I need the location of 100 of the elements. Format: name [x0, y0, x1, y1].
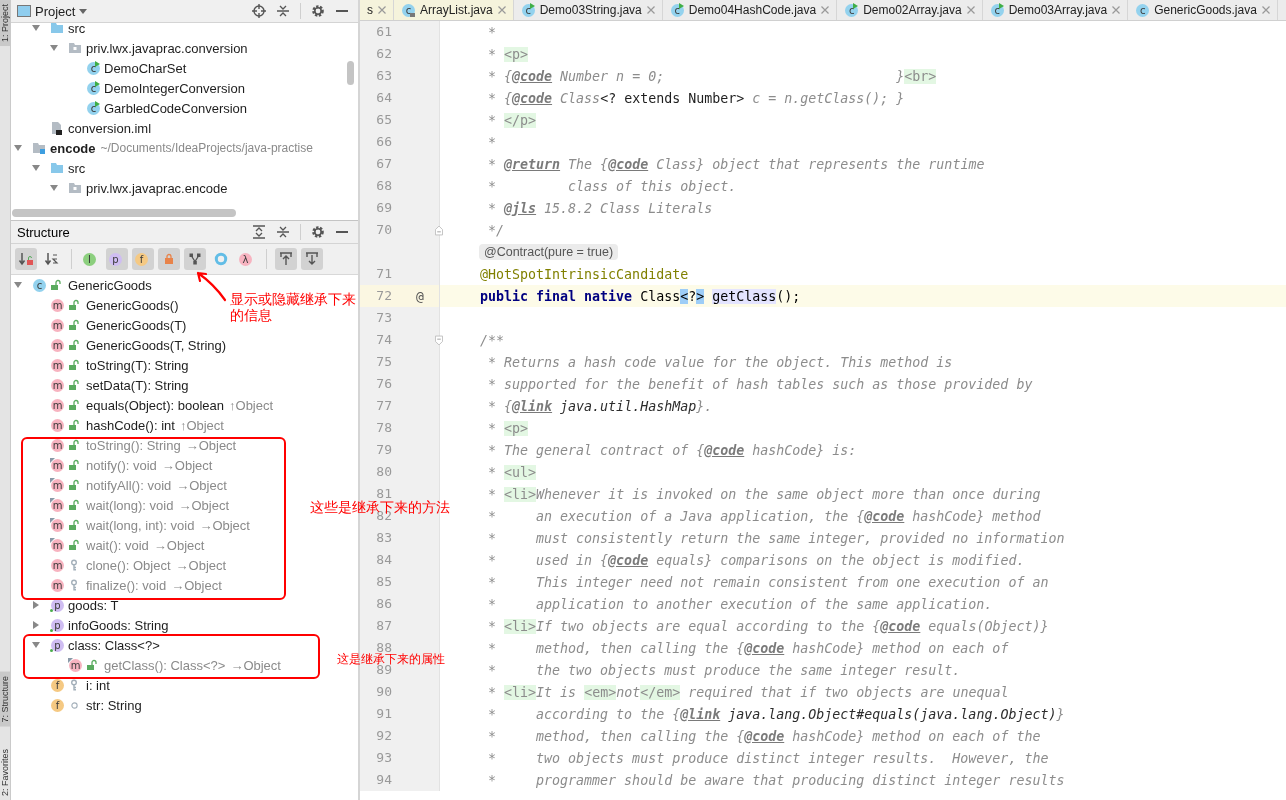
tree-item[interactable]: infoGoods: String: [68, 617, 169, 633]
fork-icon: [189, 253, 201, 265]
lock-icon: [163, 253, 175, 265]
toolbar-button[interactable]: [184, 248, 206, 270]
toolbar-button[interactable]: [15, 248, 37, 270]
line-number: 70: [375, 225, 392, 235]
line-number: 65: [375, 115, 392, 125]
code-line: * @jls 15.8.2 Class Literals: [487, 200, 713, 216]
unlock-icon: [68, 459, 80, 471]
letter-icon: I: [82, 252, 96, 266]
editor-tab[interactable]: s: [360, 0, 394, 20]
tree-item[interactable]: equals(Object): boolean: [86, 397, 225, 413]
method-icon: m: [50, 378, 64, 392]
toolbar-button[interactable]: I: [80, 248, 102, 270]
folder-icon: [50, 161, 64, 175]
tree-item[interactable]: GarbledCodeConversion: [104, 100, 248, 116]
toolbar-button[interactable]: p: [106, 248, 128, 270]
line-number: 83: [375, 533, 392, 543]
unlock-icon: [68, 539, 80, 551]
tree-item[interactable]: GenericGoods(T): [86, 317, 187, 333]
tree-item[interactable]: DemoCharSet: [104, 60, 187, 76]
scrollbar[interactable]: [12, 209, 236, 217]
editor-tab[interactable]: c Demo03Array.java: [982, 0, 1129, 20]
tree-item[interactable]: src: [68, 160, 86, 176]
tree-item[interactable]: getClass(): Class<?>: [104, 657, 226, 673]
crosshair-icon[interactable]: [249, 2, 269, 20]
line-number: 77: [375, 401, 392, 411]
scrollbar[interactable]: [347, 61, 354, 85]
method-icon: m: [50, 298, 64, 312]
tree-item[interactable]: wait(): void: [86, 537, 149, 553]
module-icon: [32, 141, 46, 155]
class-icon: c: [844, 3, 859, 17]
tree-item[interactable]: setData(T): String: [86, 377, 189, 393]
tree-item[interactable]: notify(): void: [86, 457, 157, 473]
close-icon[interactable]: [821, 6, 830, 14]
tree-item[interactable]: priv.lwx.javaprac.conversion: [86, 40, 248, 56]
tree-item[interactable]: str: String: [86, 697, 142, 713]
close-icon[interactable]: [378, 6, 386, 14]
tool-window-tab[interactable]: 1: Project: [0, 0, 10, 47]
class-icon: c: [669, 3, 684, 17]
tree-item[interactable]: GenericGoods(): [86, 297, 179, 313]
class-icon: c: [989, 3, 1004, 17]
line-number: 73: [375, 313, 392, 323]
code-line: * according to the {@link java.lang.Object#equals(java.lang.Object)}: [487, 706, 1065, 722]
tree-item[interactable]: finalize(): void: [86, 577, 167, 593]
tree-item[interactable]: DemoIntegerConversion: [104, 80, 245, 96]
letter-icon: f: [134, 252, 148, 266]
origin-label: →Object: [161, 457, 213, 473]
code-line: * used in {@code equals} comparisons on the object is modified.: [487, 552, 1025, 568]
gutter-marker[interactable]: @: [416, 288, 424, 304]
code-line: * the two objects must produce the same integer result.: [487, 662, 961, 678]
close-icon[interactable]: [1112, 6, 1121, 14]
close-icon[interactable]: [497, 6, 506, 14]
tree-item[interactable]: goods: T: [68, 597, 119, 613]
sort-icon: [18, 251, 34, 267]
editor-tab[interactable]: c GenericGoods.java: [1128, 0, 1278, 20]
method-icon: m: [50, 438, 64, 452]
tree-item[interactable]: hashCode(): int: [86, 417, 175, 433]
toolbar-button[interactable]: λ: [236, 248, 258, 270]
tree-item[interactable]: src: [68, 23, 86, 36]
panel-title: Structure: [17, 224, 70, 240]
annotation-note: 显示或隐藏继承下来的信息: [230, 291, 357, 323]
tree-item[interactable]: class: Class<?>: [68, 637, 160, 653]
close-icon[interactable]: [966, 6, 975, 14]
origin-label: →Object: [175, 557, 227, 573]
class-icon: c: [520, 3, 535, 17]
tree-item[interactable]: toString(): String: [86, 437, 181, 453]
tree-item[interactable]: GenericGoods(T, String): [86, 337, 227, 353]
tree-item[interactable]: i: int: [86, 677, 110, 693]
key-icon: [68, 579, 80, 591]
code-line: public final native Class<?> getClass();: [479, 288, 801, 304]
tree-item[interactable]: wait(long): void: [86, 497, 174, 513]
tree-item[interactable]: priv.lwx.javaprac.encode: [86, 180, 228, 196]
line-number: 79: [375, 445, 392, 455]
scroll-down-icon: [304, 251, 320, 267]
toolbar-button[interactable]: [301, 248, 323, 270]
code-line: * supported for the benefit of hash tables such as those provided by: [487, 376, 1033, 392]
editor-tab[interactable]: c Demo03String.java: [513, 0, 663, 20]
tree-item[interactable]: conversion.iml: [68, 120, 152, 136]
tool-window-tab[interactable]: 7: Structure: [0, 672, 10, 727]
editor-tab[interactable]: c Demo02Array.java: [837, 0, 983, 20]
line-number: 69: [375, 203, 392, 213]
toolbar-button[interactable]: [275, 248, 297, 270]
tree-item[interactable]: GenericGoods: [68, 277, 152, 293]
view-selector[interactable]: Project: [17, 3, 88, 19]
tree-item[interactable]: toString(T): String: [86, 357, 189, 373]
close-icon[interactable]: [646, 6, 655, 14]
editor-tab[interactable]: c Demo04HashCode.java: [662, 0, 838, 20]
tree-item[interactable]: encode: [50, 140, 96, 156]
property-icon: p: [50, 618, 64, 632]
close-icon[interactable]: [1261, 6, 1270, 14]
code-line: * The general contract of {@code hashCode} is:: [487, 442, 857, 458]
tree-item[interactable]: clone(): Object: [86, 557, 171, 573]
line-number: 75: [375, 357, 392, 367]
class-icon: c: [86, 101, 100, 115]
line-number: 94: [375, 775, 392, 785]
tree-item[interactable]: wait(long, int): void: [86, 517, 195, 533]
tree-item[interactable]: notifyAll(): void: [86, 477, 172, 493]
toolbar-button[interactable]: f: [132, 248, 154, 270]
tool-window-tab[interactable]: 2: Favorites: [0, 744, 10, 800]
